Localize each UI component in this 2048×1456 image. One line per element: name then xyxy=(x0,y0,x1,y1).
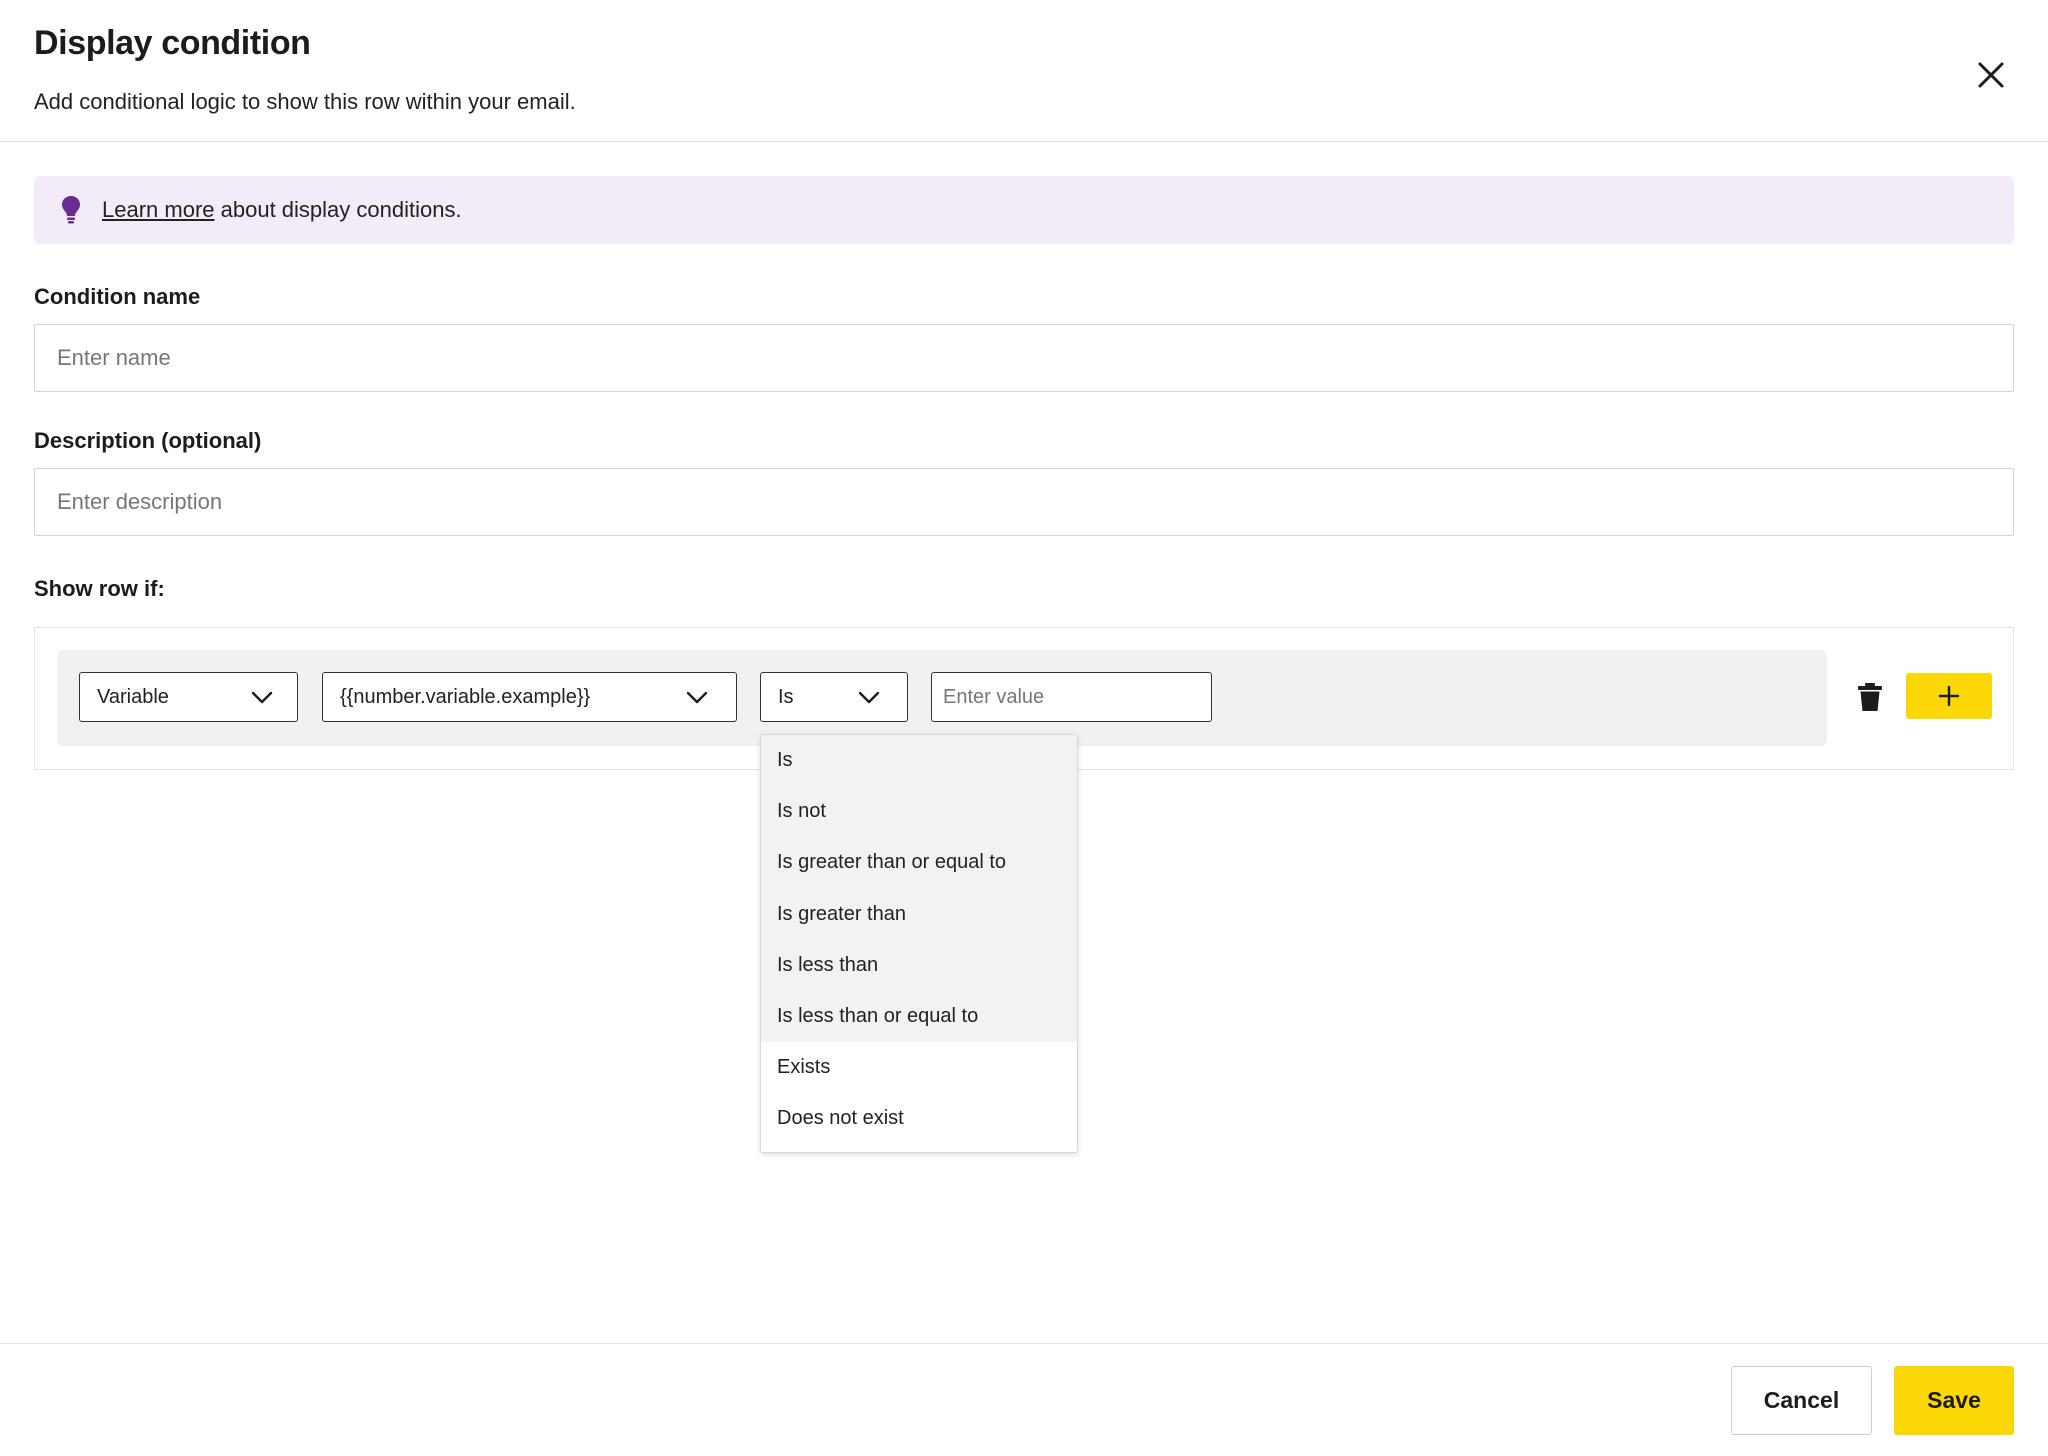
plus-icon xyxy=(1938,685,1960,707)
menu-item-does-not-exist[interactable]: Does not exist xyxy=(761,1093,1077,1144)
banner-text: Learn more about display conditions. xyxy=(102,197,462,223)
banner-message: about display conditions. xyxy=(214,197,462,222)
menu-item-is-not[interactable]: Is not xyxy=(761,786,1077,838)
menu-item-is-less-than[interactable]: Is less than xyxy=(761,939,1077,991)
condition-name-label: Condition name xyxy=(34,284,201,309)
learn-more-link[interactable]: Learn more xyxy=(102,197,215,222)
display-condition-dialog: Display condition Add conditional logic … xyxy=(0,0,2048,1456)
trash-icon xyxy=(1858,683,1882,711)
menu-item-exists[interactable]: Exists xyxy=(761,1042,1077,1093)
dialog-subtitle: Add conditional logic to show this row w… xyxy=(34,89,576,114)
info-banner: Learn more about display conditions. xyxy=(34,176,2014,244)
menu-item-is-less-than-or-equal-to[interactable]: Is less than or equal to xyxy=(761,990,1077,1043)
show-row-if-label: Show row if: xyxy=(34,576,165,601)
description-input[interactable] xyxy=(34,468,2014,536)
save-button[interactable]: Save xyxy=(1894,1366,2014,1435)
variable-select[interactable]: {{number.variable.example}} xyxy=(322,672,737,722)
menu-item-is-greater-than[interactable]: Is greater than xyxy=(761,888,1077,940)
chevron-down-icon xyxy=(251,691,273,704)
close-icon xyxy=(1978,62,2004,88)
menu-item-is[interactable]: Is xyxy=(761,735,1077,787)
operator-dropdown-menu: Is Is not Is greater than or equal to Is… xyxy=(760,734,1078,1153)
add-condition-button[interactable] xyxy=(1906,673,1992,719)
condition-value-input[interactable] xyxy=(931,672,1212,722)
condition-name-input[interactable] xyxy=(34,324,2014,392)
delete-condition-button[interactable] xyxy=(1853,680,1887,714)
lightbulb-icon xyxy=(62,196,80,224)
chevron-down-icon xyxy=(686,691,708,704)
condition-type-select[interactable]: Variable xyxy=(79,672,298,722)
cancel-button[interactable]: Cancel xyxy=(1731,1366,1872,1435)
chevron-down-icon xyxy=(858,691,880,704)
close-button[interactable] xyxy=(1968,52,2014,98)
description-label: Description (optional) xyxy=(34,428,262,453)
dialog-footer: Cancel Save xyxy=(0,1343,2048,1456)
dialog-header: Display condition Add conditional logic … xyxy=(0,0,2048,142)
dialog-title: Display condition xyxy=(34,24,311,62)
variable-value: {{number.variable.example}} xyxy=(340,686,591,708)
menu-item-is-greater-than-or-equal-to[interactable]: Is greater than or equal to xyxy=(761,837,1077,889)
condition-row: Variable {{number.variable.example}} Is xyxy=(57,650,1827,746)
operator-value: Is xyxy=(778,686,794,708)
condition-type-value: Variable xyxy=(97,686,169,708)
operator-select[interactable]: Is xyxy=(760,672,908,722)
